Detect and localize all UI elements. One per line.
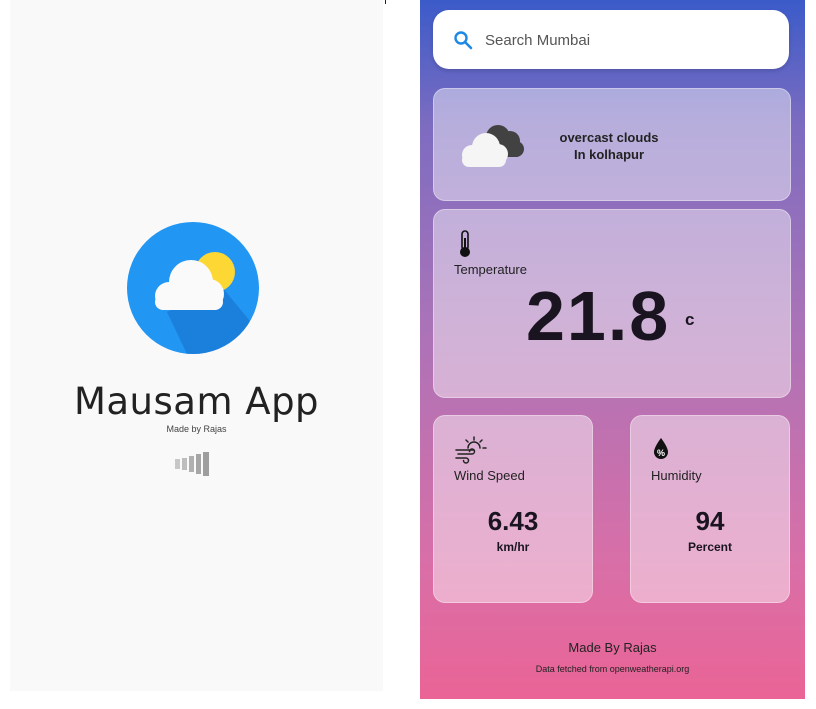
humidity-value: 94: [695, 506, 725, 536]
condition-card: overcast clouds In kolhapur: [433, 88, 791, 201]
overcast-cloud-icon: [462, 125, 524, 167]
thermometer-icon: [460, 230, 470, 257]
divider-mark: [385, 0, 386, 4]
wind-sun-icon: [455, 436, 487, 464]
wind-speed-value: 6.43: [487, 506, 539, 536]
wind-speed-unit: km/hr: [496, 540, 530, 554]
condition-location: In kolhapur: [573, 147, 645, 162]
wind-speed-card: Wind Speed 6.43 km/hr: [433, 415, 593, 603]
svg-text:%: %: [657, 448, 665, 458]
search-icon[interactable]: [453, 30, 473, 50]
splash-screen: Mausam App Made by Rajas: [10, 0, 383, 691]
wind-speed-label: Wind Speed: [454, 468, 525, 483]
temperature-card: Temperature 21.8 c: [433, 209, 791, 398]
condition-description: overcast clouds: [559, 130, 659, 145]
search-input[interactable]: [483, 26, 777, 54]
loading-bars-icon: [175, 452, 209, 476]
temperature-unit: c: [685, 310, 695, 329]
humidity-drop-icon: %: [654, 438, 668, 459]
condition-text: overcast clouds In kolhapur: [534, 129, 684, 163]
footer-made-by: Made By Rajas: [568, 640, 657, 655]
search-bar[interactable]: [433, 10, 789, 69]
humidity-card: % Humidity 94 Percent: [630, 415, 790, 603]
weather-screen: overcast clouds In kolhapur Temperature …: [420, 0, 805, 699]
humidity-label: Humidity: [651, 468, 702, 483]
humidity-unit: Percent: [687, 540, 733, 554]
footer-data-source: Data fetched from openweatherapi.org: [535, 664, 690, 674]
temperature-value: 21.8: [526, 277, 671, 355]
made-by-caption: Made by Rajas: [166, 424, 227, 434]
temperature-label: Temperature: [454, 262, 527, 277]
app-title: Mausam App: [73, 380, 320, 423]
weather-logo-icon: [127, 222, 259, 354]
